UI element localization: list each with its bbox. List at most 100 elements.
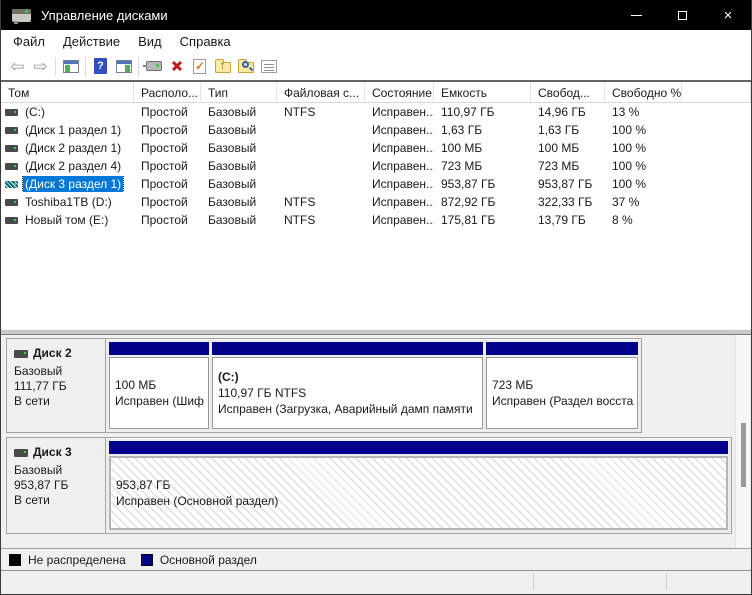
disk-3-row: Диск 3 Базовый 953,87 ГБ В сети 953,87 Г…	[6, 437, 732, 534]
back-icon: ⇦	[10, 58, 24, 75]
volume-name: (Диск 1 раздел 1)	[23, 122, 123, 138]
disk-icon	[14, 350, 28, 358]
fs-cell: NTFS	[277, 105, 365, 119]
free-cell: 322,33 ГБ	[531, 195, 605, 209]
column-empty	[682, 82, 751, 103]
volume-name: (Диск 2 раздел 1)	[23, 140, 123, 156]
column-capacity[interactable]: Емкость	[434, 82, 531, 103]
table-row[interactable]: (C:) Простой Базовый NTFS Исправен... 11…	[1, 103, 751, 121]
scrollbar-thumb[interactable]	[741, 423, 746, 487]
explore-folder-button[interactable]	[234, 55, 257, 78]
vertical-scrollbar[interactable]	[735, 335, 750, 548]
menubar: Файл Действие Вид Справка	[1, 30, 751, 52]
free-cell: 100 МБ	[531, 141, 605, 155]
volume-list: Том Располо... Тип Файловая с... Состоян…	[1, 80, 751, 329]
folder-search-icon	[238, 62, 254, 73]
partition-c[interactable]: (C:) 110,97 ГБ NTFS Исправен (Загрузка, …	[212, 342, 483, 429]
capacity-cell: 872,92 ГБ	[434, 195, 531, 209]
free-cell: 14,96 ГБ	[531, 105, 605, 119]
maximize-button[interactable]	[659, 0, 705, 30]
disk-icon	[14, 449, 28, 457]
column-type[interactable]: Тип	[201, 82, 277, 103]
toolbar-separator	[85, 57, 86, 76]
status-cell: Исправен...	[365, 195, 434, 209]
partition-disk3-selected[interactable]: 953,87 ГБ Исправен (Основной раздел)	[109, 441, 728, 530]
table-row[interactable]: Новый том (E:) Простой Базовый NTFS Испр…	[1, 211, 751, 229]
mark-partition-button[interactable]	[188, 55, 211, 78]
disk-drive-app-icon	[12, 9, 31, 22]
column-free-pct[interactable]: Свободно %	[605, 82, 682, 103]
legend-item: Не распределена	[9, 553, 126, 567]
fs-cell: NTFS	[277, 213, 365, 227]
volume-name: (Диск 2 раздел 4)	[23, 158, 123, 174]
column-free[interactable]: Свобод...	[531, 82, 605, 103]
menu-help[interactable]: Справка	[171, 34, 240, 49]
partition-title: (C:)	[218, 369, 482, 385]
toolbar-separator	[138, 57, 139, 76]
device-button[interactable]	[142, 55, 165, 78]
titlebar: Управление дисками ×	[1, 0, 751, 30]
type-cell: Базовый	[201, 195, 277, 209]
disk-size: 111,77 ГБ	[14, 379, 105, 394]
menu-file[interactable]: Файл	[4, 34, 54, 49]
close-button[interactable]: ×	[705, 0, 751, 30]
column-volume[interactable]: Том	[1, 82, 134, 103]
show-action-pane-button[interactable]	[112, 55, 135, 78]
delete-volume-button[interactable]	[165, 55, 188, 78]
disk-type: Базовый	[14, 463, 105, 478]
layout-cell: Простой	[134, 159, 201, 173]
hdd-icon	[5, 199, 18, 206]
capacity-cell: 110,97 ГБ	[434, 105, 531, 119]
table-row[interactable]: (Диск 1 раздел 1) Простой Базовый Исправ…	[1, 121, 751, 139]
table-row-selected[interactable]: (Диск 3 раздел 1) Простой Базовый Исправ…	[1, 175, 751, 193]
layout-cell: Простой	[134, 141, 201, 155]
partition-size: 953,87 ГБ	[116, 477, 726, 493]
table-row[interactable]: (Диск 2 раздел 4) Простой Базовый Исправ…	[1, 157, 751, 175]
legend-label: Не распределена	[28, 553, 126, 567]
free-pct-cell: 13 %	[605, 105, 682, 119]
help-button[interactable]: ?	[89, 55, 112, 78]
menu-action[interactable]: Действие	[54, 34, 129, 49]
column-status[interactable]: Состояние	[365, 82, 434, 103]
hdd-icon	[5, 109, 18, 116]
volume-list-header: Том Располо... Тип Файловая с... Состоян…	[1, 82, 751, 103]
partition-status: Исправен (Основной раздел)	[116, 493, 726, 509]
legend-bar: Не распределена Основной раздел	[1, 548, 751, 571]
disk-2-label[interactable]: Диск 2 Базовый 111,77 ГБ В сети	[7, 339, 106, 432]
free-cell: 13,79 ГБ	[531, 213, 605, 227]
close-icon: ×	[724, 8, 733, 23]
show-console-tree-button[interactable]	[59, 55, 82, 78]
free-pct-cell: 37 %	[605, 195, 682, 209]
disk-status: В сети	[14, 493, 105, 508]
capacity-cell: 953,87 ГБ	[434, 177, 531, 191]
table-row[interactable]: Toshiba1TB (D:) Простой Базовый NTFS Исп…	[1, 193, 751, 211]
back-button[interactable]: ⇦	[6, 55, 29, 78]
column-filesystem[interactable]: Файловая с...	[277, 82, 365, 103]
partition-size: 110,97 ГБ NTFS	[218, 385, 482, 401]
free-pct-cell: 100 %	[605, 141, 682, 155]
disk-status: В сети	[14, 394, 105, 409]
minimize-button[interactable]	[613, 0, 659, 30]
partition-size: 100 МБ	[115, 377, 208, 393]
partition-strip	[212, 342, 483, 355]
menu-view[interactable]: Вид	[129, 34, 171, 49]
table-row[interactable]: (Диск 2 раздел 1) Простой Базовый Исправ…	[1, 139, 751, 157]
capacity-cell: 100 МБ	[434, 141, 531, 155]
hdd-icon	[5, 145, 18, 152]
partition-status: Исправен (Загрузка, Аварийный дамп памят…	[218, 401, 482, 417]
type-cell: Базовый	[201, 105, 277, 119]
hdd-icon	[5, 127, 18, 134]
open-folder-button[interactable]: ↑	[211, 55, 234, 78]
partition-status: Исправен (Раздел восста	[492, 393, 637, 409]
disk-3-label[interactable]: Диск 3 Базовый 953,87 ГБ В сети	[7, 438, 106, 533]
partition-efi[interactable]: 100 МБ Исправен (Шиф	[109, 342, 209, 429]
minimize-icon	[631, 15, 642, 16]
delete-icon	[170, 59, 184, 73]
show-console-tree-icon	[63, 60, 79, 73]
partition-recovery[interactable]: 723 МБ Исправен (Раздел восста	[486, 342, 638, 429]
column-layout[interactable]: Располо...	[134, 82, 201, 103]
forward-button[interactable]: ⇨	[29, 55, 52, 78]
window-title: Управление дисками	[41, 8, 168, 23]
properties-button[interactable]	[257, 55, 280, 78]
partition-strip	[109, 441, 728, 454]
